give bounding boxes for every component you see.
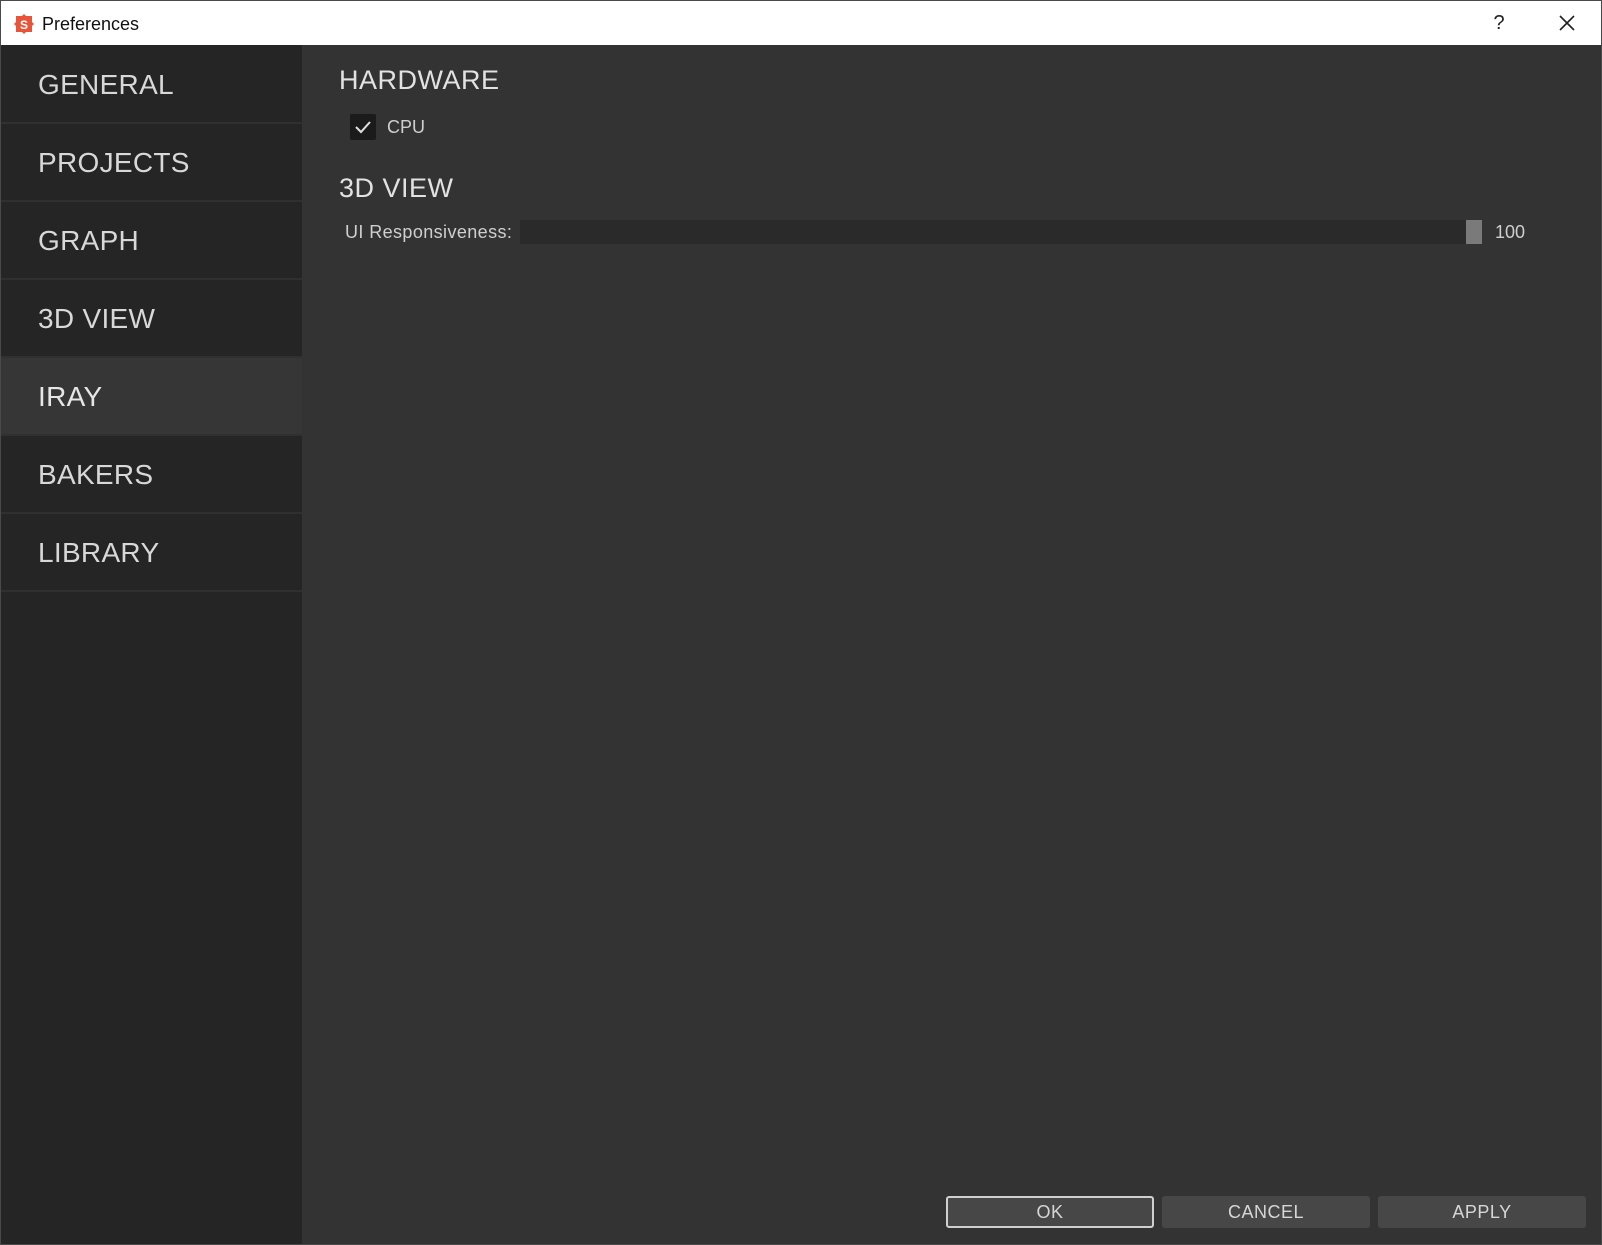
title-bar: S Preferences ? — [1, 1, 1601, 45]
close-icon — [1559, 15, 1575, 31]
sidebar-item-projects[interactable]: PROJECTS — [1, 124, 302, 202]
sidebar-item-graph[interactable]: GRAPH — [1, 202, 302, 280]
ui-responsiveness-slider[interactable] — [520, 220, 1482, 244]
cpu-label: CPU — [387, 117, 426, 137]
slider-fill — [520, 220, 1482, 244]
substance-logo-icon: S — [13, 13, 34, 34]
sidebar-item-bakers[interactable]: BAKERS — [1, 436, 302, 514]
settings-panel: HARDWARE CPU 3D VIEW UI Responsiveness: … — [302, 45, 1601, 1244]
ui-responsiveness-value: 100 — [1495, 222, 1526, 242]
sidebar-item-3d-view[interactable]: 3D VIEW — [1, 280, 302, 358]
preferences-window: S Preferences ? GENERAL PROJECTS GRAPH 3… — [0, 0, 1602, 1245]
svg-text:S: S — [20, 18, 28, 32]
close-button[interactable] — [1547, 9, 1587, 37]
sidebar-item-general[interactable]: GENERAL — [1, 45, 302, 124]
sidebar: GENERAL PROJECTS GRAPH 3D VIEW IRAY BAKE… — [1, 45, 302, 1244]
3d-view-section-title: 3D VIEW — [339, 173, 454, 203]
cancel-button[interactable]: CANCEL — [1162, 1196, 1370, 1228]
sidebar-item-iray[interactable]: IRAY — [1, 358, 302, 436]
slider-handle[interactable] — [1466, 220, 1482, 244]
window-title: Preferences — [42, 14, 140, 34]
hardware-section-title: HARDWARE — [339, 65, 500, 95]
apply-button[interactable]: APPLY — [1378, 1196, 1586, 1228]
ui-responsiveness-label: UI Responsiveness: — [345, 222, 513, 242]
cpu-checkbox[interactable] — [350, 114, 376, 140]
help-button[interactable]: ? — [1481, 9, 1517, 37]
ok-button[interactable]: OK — [946, 1196, 1154, 1228]
checkmark-icon — [355, 121, 371, 134]
sidebar-item-library[interactable]: LIBRARY — [1, 514, 302, 592]
